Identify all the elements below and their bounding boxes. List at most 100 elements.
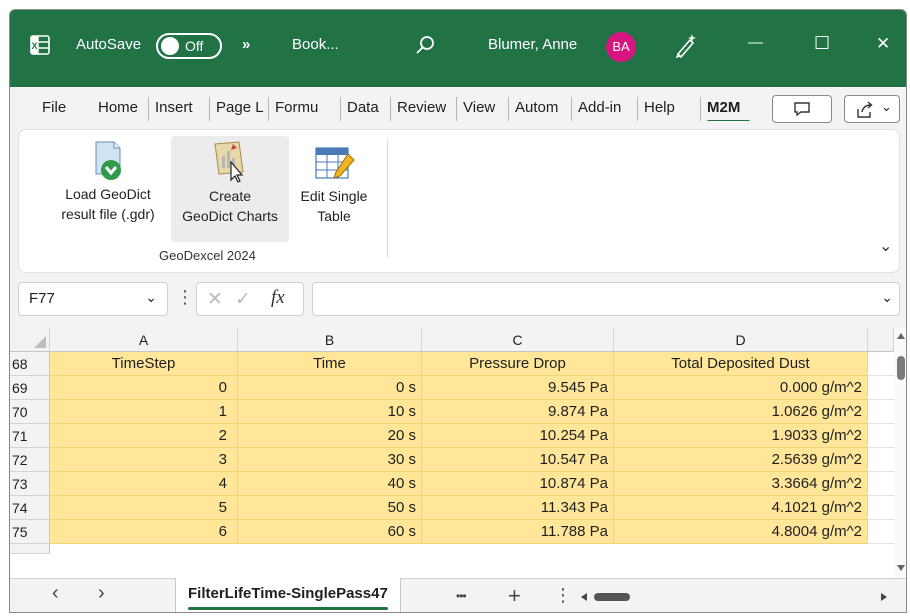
share-button[interactable]: ⌄: [844, 95, 900, 123]
cell-b[interactable]: 20 s: [238, 424, 422, 448]
tab-help[interactable]: Help: [637, 97, 691, 121]
collapse-ribbon-button[interactable]: ⌄: [879, 236, 892, 256]
cell-b[interactable]: 10 s: [238, 400, 422, 424]
cell-e[interactable]: [868, 520, 894, 544]
user-name[interactable]: Blumer, Anne: [488, 36, 577, 53]
designer-pen-icon[interactable]: [674, 32, 698, 58]
scroll-right-icon[interactable]: [880, 593, 888, 601]
overflow-chevron-icon[interactable]: »: [242, 36, 250, 53]
row-header[interactable]: 71: [10, 424, 50, 448]
cell-a[interactable]: 2: [50, 424, 238, 448]
cell-a[interactable]: 6: [50, 520, 238, 544]
cell-c[interactable]: 11.343 Pa: [422, 496, 614, 520]
tab-insert[interactable]: Insert: [148, 97, 206, 121]
row-header[interactable]: 69: [10, 376, 50, 400]
more-sheets-button[interactable]: •••: [456, 589, 467, 603]
cell-e[interactable]: [868, 472, 894, 496]
vertical-scroll-thumb[interactable]: [897, 356, 905, 380]
cell-d[interactable]: 1.0626 g/m^2: [614, 400, 868, 424]
select-all-corner[interactable]: [10, 328, 50, 352]
more-options-icon[interactable]: ⋮: [176, 287, 194, 308]
cell-d[interactable]: 0.000 g/m^2: [614, 376, 868, 400]
cell-b[interactable]: 60 s: [238, 520, 422, 544]
cell-c[interactable]: 10.874 Pa: [422, 472, 614, 496]
cell-e[interactable]: [868, 424, 894, 448]
cell-d[interactable]: 4.1021 g/m^2: [614, 496, 868, 520]
cell-d[interactable]: Total Deposited Dust: [614, 352, 868, 376]
cell-c[interactable]: 10.254 Pa: [422, 424, 614, 448]
cell-a[interactable]: TimeStep: [50, 352, 238, 376]
cell-c[interactable]: Pressure Drop: [422, 352, 614, 376]
cell-e[interactable]: [868, 400, 894, 424]
sheet-tab-active[interactable]: FilterLifeTime-SinglePass47: [175, 578, 401, 612]
horizontal-scroll-thumb[interactable]: [594, 593, 630, 601]
next-sheet-button[interactable]: ›: [98, 582, 105, 605]
cell-a[interactable]: 4: [50, 472, 238, 496]
cell-c[interactable]: 11.788 Pa: [422, 520, 614, 544]
cell-b[interactable]: 40 s: [238, 472, 422, 496]
column-header-c[interactable]: C: [422, 328, 614, 352]
edit-single-table-button[interactable]: Edit Single Table: [291, 136, 377, 242]
maximize-button[interactable]: ☐: [814, 33, 830, 54]
cell-e[interactable]: [868, 496, 894, 520]
row-header[interactable]: 73: [10, 472, 50, 496]
tab-m2m[interactable]: M2M: [700, 97, 756, 121]
cell-d[interactable]: 1.9033 g/m^2: [614, 424, 868, 448]
tab-automate[interactable]: Autom: [508, 97, 568, 121]
formula-input[interactable]: ⌄: [312, 282, 900, 316]
row-header[interactable]: 72: [10, 448, 50, 472]
tab-view[interactable]: View: [456, 97, 506, 121]
cell-a[interactable]: 0: [50, 376, 238, 400]
column-header-d[interactable]: D: [614, 328, 868, 352]
cell-e[interactable]: [868, 376, 894, 400]
tab-add-ins[interactable]: Add-in: [571, 97, 635, 121]
create-geodict-charts-button[interactable]: Create GeoDict Charts: [171, 136, 289, 242]
cell-b[interactable]: 30 s: [238, 448, 422, 472]
column-header-e[interactable]: [868, 328, 894, 352]
cell-d[interactable]: 2.5639 g/m^2: [614, 448, 868, 472]
cell-b[interactable]: Time: [238, 352, 422, 376]
scroll-left-icon[interactable]: [580, 593, 588, 601]
row-header-partial[interactable]: [10, 544, 50, 554]
avatar[interactable]: BA: [606, 32, 636, 62]
chevron-down-icon[interactable]: ⌄: [145, 289, 157, 306]
cancel-icon[interactable]: ✕: [207, 288, 223, 311]
enter-check-icon[interactable]: ✓: [235, 288, 251, 311]
cell-b[interactable]: 0 s: [238, 376, 422, 400]
add-sheet-button[interactable]: +: [508, 583, 521, 609]
tab-formulas[interactable]: Formu: [268, 97, 326, 121]
column-header-b[interactable]: B: [238, 328, 422, 352]
vertical-scrollbar[interactable]: [894, 328, 906, 578]
document-name[interactable]: Book...: [292, 36, 339, 53]
cell-c[interactable]: 9.545 Pa: [422, 376, 614, 400]
cell-c[interactable]: 9.874 Pa: [422, 400, 614, 424]
tab-review[interactable]: Review: [390, 97, 446, 121]
comments-button[interactable]: [772, 95, 832, 123]
row-header[interactable]: 70: [10, 400, 50, 424]
cell-e[interactable]: [868, 448, 894, 472]
close-button[interactable]: ✕: [876, 34, 890, 54]
load-geodict-button[interactable]: Load GeoDict result file (.gdr): [45, 136, 171, 256]
search-icon[interactable]: [415, 35, 435, 55]
row-header[interactable]: 75: [10, 520, 50, 544]
cell-a[interactable]: 5: [50, 496, 238, 520]
scroll-up-icon[interactable]: [897, 332, 905, 340]
cell-b[interactable]: 50 s: [238, 496, 422, 520]
column-header-a[interactable]: A: [50, 328, 238, 352]
previous-sheet-button[interactable]: ‹: [52, 582, 59, 605]
cell-a[interactable]: 1: [50, 400, 238, 424]
tab-page-layout[interactable]: Page L: [209, 97, 265, 121]
name-box[interactable]: F77 ⌄: [18, 282, 168, 316]
tab-file[interactable]: File: [36, 97, 72, 121]
tab-data[interactable]: Data: [340, 97, 388, 121]
row-header[interactable]: 68: [10, 352, 50, 376]
sheet-options-icon[interactable]: ⋮: [554, 585, 572, 606]
expand-formula-icon[interactable]: ⌄: [881, 289, 893, 306]
minimize-button[interactable]: —: [748, 34, 763, 51]
cell-a[interactable]: 3: [50, 448, 238, 472]
cell-d[interactable]: 4.8004 g/m^2: [614, 520, 868, 544]
row-header[interactable]: 74: [10, 496, 50, 520]
scroll-down-icon[interactable]: [897, 564, 905, 572]
insert-function-button[interactable]: fx: [271, 287, 285, 309]
cell-d[interactable]: 3.3664 g/m^2: [614, 472, 868, 496]
